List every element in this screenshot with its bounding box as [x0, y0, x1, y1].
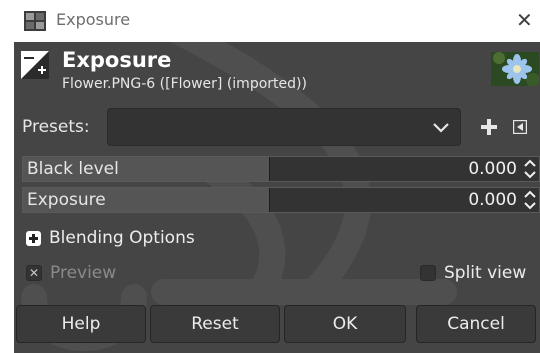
- help-button[interactable]: Help: [16, 305, 146, 343]
- presets-combo[interactable]: [107, 108, 461, 146]
- split-view-label[interactable]: Split view: [444, 263, 526, 283]
- ok-button[interactable]: OK: [284, 305, 406, 343]
- window-titlebar: Exposure ✕: [0, 0, 540, 42]
- plus-icon[interactable]: [479, 117, 499, 137]
- close-icon[interactable]: ✕: [516, 8, 533, 32]
- exposure-label: Exposure: [27, 190, 106, 210]
- black-level-value[interactable]: 0.000: [468, 159, 517, 179]
- preview-checkbox[interactable]: ✕: [26, 265, 42, 281]
- exposure-tool-icon: [21, 51, 49, 79]
- black-level-label: Black level: [27, 159, 119, 179]
- menu-triangle-icon[interactable]: [513, 120, 527, 134]
- exposure-dialog: Exposure Flower.PNG-6 ([Flower] (importe…: [14, 42, 540, 353]
- blending-options-expander[interactable]: Blending Options: [49, 228, 195, 248]
- spin-arrows-icon[interactable]: [523, 158, 537, 180]
- preview-label[interactable]: Preview: [50, 263, 116, 283]
- window-title: Exposure: [56, 10, 131, 29]
- chevron-down-icon: [433, 123, 449, 133]
- gimp-app-icon: [24, 11, 46, 31]
- dialog-title: Exposure: [62, 48, 172, 72]
- cancel-button[interactable]: Cancel: [416, 305, 536, 343]
- exposure-value[interactable]: 0.000: [468, 190, 517, 210]
- black-level-slider[interactable]: Black level 0.000: [22, 156, 540, 182]
- spin-arrows-icon[interactable]: [523, 189, 537, 211]
- expand-plus-icon[interactable]: [26, 231, 41, 246]
- split-view-checkbox[interactable]: [420, 265, 436, 281]
- reset-button[interactable]: Reset: [150, 305, 280, 343]
- presets-label: Presets:: [22, 117, 90, 137]
- flower-thumbnail: [491, 52, 539, 86]
- image-subtitle: Flower.PNG-6 ([Flower] (imported)): [62, 76, 307, 92]
- exposure-slider[interactable]: Exposure 0.000: [22, 187, 540, 213]
